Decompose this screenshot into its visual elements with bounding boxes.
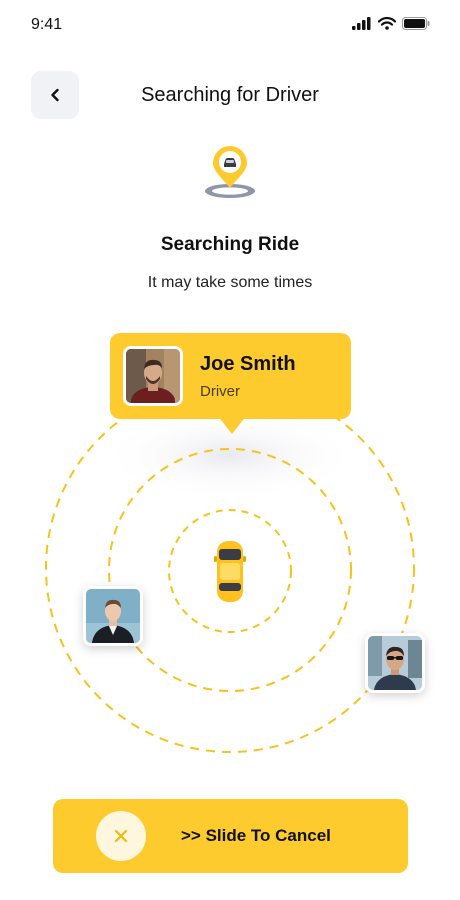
status-icons [352,17,430,30]
driver-role: Driver [200,383,240,400]
signal-icon [352,17,371,30]
slide-to-cancel[interactable]: >> Slide To Cancel [53,799,408,873]
driver-card-pointer [218,416,246,434]
status-time: 9:41 [31,16,63,33]
driver-card[interactable]: Joe Smith Driver [110,333,351,419]
wifi-icon [378,17,396,30]
car-location-pin-icon [205,146,255,198]
search-subtitle: It may take some times [147,274,313,291]
close-icon [114,829,128,843]
status-bar: 9:41 [0,0,460,54]
yellow-car-icon [214,541,246,602]
driver-avatar [123,346,183,406]
battery-icon [402,17,430,30]
slide-knob[interactable] [96,811,146,861]
nearby-driver-avatar[interactable] [365,633,425,693]
search-heading: Searching Ride [160,234,300,255]
slide-label: >> Slide To Cancel [181,826,331,845]
driver-name: Joe Smith [200,353,296,375]
page-title: Searching for Driver [141,84,319,106]
nearby-driver-avatar[interactable] [83,586,143,646]
